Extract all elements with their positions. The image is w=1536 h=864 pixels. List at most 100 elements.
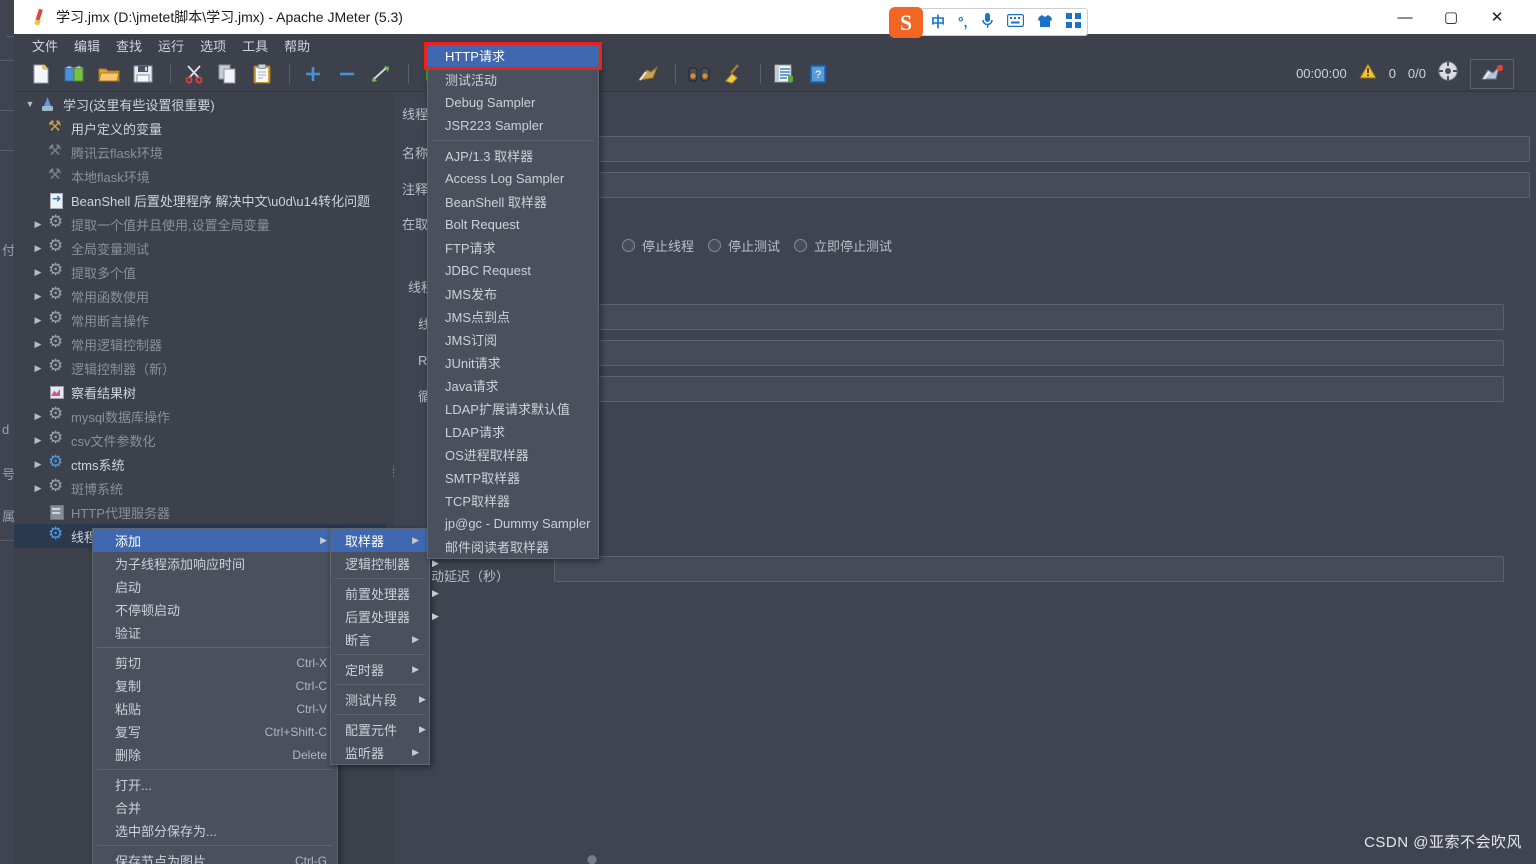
new-document-icon[interactable] [26, 60, 56, 88]
sampler-menu-item-beanshell-sampler[interactable]: BeanShell 取样器 [428, 190, 598, 213]
context-menu-item-cut[interactable]: 剪切 Ctrl-X [93, 651, 337, 674]
radio-stop-thread[interactable]: 停止线程 [622, 236, 694, 255]
ime-apps-icon[interactable] [1065, 13, 1081, 31]
help-book-icon[interactable]: ? [803, 60, 833, 88]
expand-twisty-icon[interactable]: ▶ [30, 243, 46, 254]
ime-mode-chinese[interactable]: 中 [931, 12, 945, 32]
expand-twisty-icon[interactable]: ▶ [30, 363, 46, 374]
sampler-menu-item-smtp-sampler[interactable]: SMTP取样器 [428, 466, 598, 489]
sampler-menu-item-mail-reader-sampler[interactable]: 邮件阅读者取样器 [428, 535, 598, 558]
expand-twisty-icon[interactable]: ▶ [30, 291, 46, 302]
tree-node-http-proxy-server[interactable]: HTTP代理服务器 [14, 500, 390, 524]
tree-node-common-assertions[interactable]: ▶ 常用断言操作 [14, 308, 390, 332]
tree-node-global-variable-test[interactable]: ▶ 全局变量测试 [14, 236, 390, 260]
menu-file[interactable]: 文件 [24, 34, 66, 57]
sampler-menu-item-java-request[interactable]: Java请求 [428, 374, 598, 397]
close-button[interactable]: ✕ [1474, 0, 1520, 34]
context-menu-item-copy[interactable]: 复制 Ctrl-C [93, 674, 337, 697]
sampler-menu-item-junit-request[interactable]: JUnit请求 [428, 351, 598, 374]
comments-input[interactable] [450, 172, 1530, 198]
ime-skin-icon[interactable] [1037, 14, 1053, 31]
remote-start-icon[interactable] [1470, 58, 1514, 89]
warning-triangle-icon[interactable] [1358, 62, 1377, 84]
tree-node-common-functions[interactable]: ▶ 常用函数使用 [14, 284, 390, 308]
sampler-menu-item-jsr223-sampler[interactable]: JSR223 Sampler [428, 114, 598, 137]
name-input[interactable] [450, 136, 1530, 162]
menu-options[interactable]: 选项 [192, 34, 234, 57]
menu-run[interactable]: 运行 [150, 34, 192, 57]
stop-all-icon[interactable] [1438, 61, 1458, 86]
expand-twisty-icon[interactable]: ▶ [30, 435, 46, 446]
menu-help[interactable]: 帮助 [276, 34, 318, 57]
clipboard-icon[interactable] [247, 60, 277, 88]
context-menu-item-open[interactable]: 打开... [93, 773, 337, 796]
sampler-menu-item-test-action[interactable]: 测试活动 [428, 68, 598, 91]
tree-node-common-logic-controllers[interactable]: ▶ 常用逻辑控制器 [14, 332, 390, 356]
sampler-menu-item-ldap-ext-defaults[interactable]: LDAP扩展请求默认值 [428, 397, 598, 420]
add-menu-item-assertion[interactable]: 断言 ▶ [331, 628, 429, 651]
sampler-menu-item-jdbc-request[interactable]: JDBC Request [428, 259, 598, 282]
sampler-menu-item-http-request[interactable]: HTTP请求 [428, 43, 598, 68]
tree-node-beanshell-postprocessor[interactable]: BeanShell 后置处理程序 解决中文\u0d\u14转化问题 [14, 188, 390, 212]
add-menu-item-test-fragment[interactable]: 测试片段 ▶ [331, 688, 429, 711]
sogou-ime-toolbar[interactable]: S 中 °, [889, 7, 1088, 38]
tree-node-ctms-system[interactable]: ▶ ctms系统 [14, 452, 390, 476]
add-menu-item-logic-controller[interactable]: 逻辑控制器 ▶ [331, 552, 439, 575]
sampler-submenu[interactable]: HTTP请求 测试活动 Debug Sampler JSR223 Sampler… [427, 42, 599, 559]
open-folder-icon[interactable] [94, 60, 124, 88]
expand-twisty-icon[interactable]: ▶ [30, 339, 46, 350]
sampler-menu-item-bolt-request[interactable]: Bolt Request [428, 213, 598, 236]
radio-icon[interactable] [794, 239, 807, 252]
tree-node-banbo-system[interactable]: ▶ 斑博系统 [14, 476, 390, 500]
ramp-up-input[interactable] [574, 340, 1504, 366]
maximize-button[interactable]: ▢ [1428, 0, 1474, 34]
templates-icon[interactable] [60, 60, 90, 88]
scissors-icon[interactable] [179, 60, 209, 88]
plus-icon[interactable] [298, 60, 328, 88]
context-menu-item-save-node-as-image[interactable]: 保存节点为图片 Ctrl-G [93, 849, 337, 864]
log-list-icon[interactable] [769, 60, 799, 88]
loop-count-input[interactable] [574, 376, 1504, 402]
sampler-menu-item-jms-point-to-point[interactable]: JMS点到点 [428, 305, 598, 328]
shutdown-icon[interactable] [633, 60, 663, 88]
add-menu-item-config-element[interactable]: 配置元件 ▶ [331, 718, 429, 741]
sampler-menu-item-dummy-sampler[interactable]: jp@gc - Dummy Sampler [428, 512, 598, 535]
radio-icon[interactable] [622, 239, 635, 252]
sogou-logo-icon[interactable]: S [889, 7, 923, 38]
add-menu-item-listener[interactable]: 监听器 ▶ [331, 741, 429, 764]
radio-stop-test[interactable]: 停止测试 [708, 236, 780, 255]
context-menu-item-add-think-times[interactable]: 为子线程添加响应时间 [93, 552, 337, 575]
tree-node-mysql-db-operations[interactable]: ▶ mysql数据库操作 [14, 404, 390, 428]
context-menu-item-add[interactable]: 添加 ▶ [93, 529, 337, 552]
toggle-icon[interactable] [366, 60, 396, 88]
expand-twisty-icon[interactable]: ▶ [30, 483, 46, 494]
radio-icon[interactable] [708, 239, 721, 252]
sampler-menu-item-os-process-sampler[interactable]: OS进程取样器 [428, 443, 598, 466]
menu-search[interactable]: 查找 [108, 34, 150, 57]
expand-twisty-icon[interactable]: ▶ [30, 315, 46, 326]
copy-icon[interactable] [213, 60, 243, 88]
sampler-menu-item-ldap-request[interactable]: LDAP请求 [428, 420, 598, 443]
tree-node-logic-controller-new[interactable]: ▶ 逻辑控制器（新） [14, 356, 390, 380]
sampler-menu-item-jms-publisher[interactable]: JMS发布 [428, 282, 598, 305]
context-menu-item-validate[interactable]: 验证 [93, 621, 337, 644]
tree-node-user-variables[interactable]: 用户定义的变量 [14, 116, 390, 140]
context-menu-item-merge[interactable]: 合并 [93, 796, 337, 819]
tree-node-extract-multiple-values[interactable]: ▶ 提取多个值 [14, 260, 390, 284]
bottom-splitter-grip-icon[interactable]: ⬤ [585, 854, 599, 864]
expand-twisty-icon[interactable]: ▶ [30, 219, 46, 230]
ime-punctuation[interactable]: °, [958, 14, 968, 30]
context-menu-item-remove[interactable]: 删除 Delete [93, 743, 337, 766]
minimize-button[interactable]: — [1382, 0, 1428, 34]
tree-node-extract-one-value[interactable]: ▶ 提取一个值并且使用,设置全局变量 [14, 212, 390, 236]
radio-stop-test-now[interactable]: 立即停止测试 [794, 236, 892, 255]
thread-count-input[interactable] [574, 304, 1504, 330]
add-menu-item-sampler[interactable]: 取样器 ▶ [331, 529, 429, 552]
broom-icon[interactable] [718, 60, 748, 88]
context-menu-item-start-no-pauses[interactable]: 不停顿启动 [93, 598, 337, 621]
sampler-menu-item-ftp-request[interactable]: FTP请求 [428, 236, 598, 259]
tree-node-test-plan[interactable]: ▼ 学习(这里有些设置很重要) [14, 92, 390, 116]
sampler-menu-item-access-log-sampler[interactable]: Access Log Sampler [428, 167, 598, 190]
context-menu-item-start[interactable]: 启动 [93, 575, 337, 598]
expand-twisty-icon[interactable]: ▶ [30, 411, 46, 422]
